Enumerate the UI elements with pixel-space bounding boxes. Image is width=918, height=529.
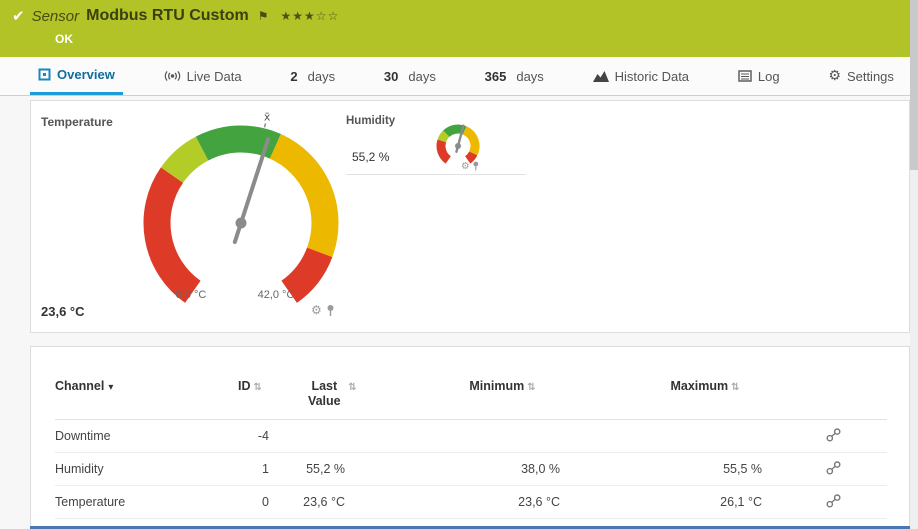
gauge-pin-icon[interactable] [326,304,335,317]
tab-label: days [516,68,544,84]
channel-id: 1 [205,452,275,486]
sensor-kind-label: Sensor [31,7,80,25]
table-row[interactable]: Downtime -4 [55,419,887,453]
sensor-name: Modbus RTU Custom [86,7,249,24]
channel-last-value: 55,2 % [275,452,365,486]
sort-icon[interactable]: ⇅ [254,382,262,393]
log-icon [738,70,752,82]
channel-maximum: 55,5 % [580,452,780,486]
column-label: ID [238,379,251,393]
table-row[interactable]: Temperature 0 23,6 °C 23,6 °C 26,1 °C [55,485,887,519]
tab-overview[interactable]: Overview [30,57,123,95]
column-header-minimum[interactable]: Minimum ⇅ [365,375,580,420]
priority-stars-rating[interactable]: ★★★☆☆ [281,9,340,23]
temperature-gauge: x̄ [143,111,339,303]
channel-name: Humidity [55,452,205,486]
status-check-icon: ✔ [12,7,25,25]
column-header-actions [780,375,887,420]
tab-label: Log [757,68,780,84]
channel-table-panel: Channel ▾ ID ⇅ Last Value⇅ Minimum ⇅ Maximu… [30,346,910,526]
historic-data-icon [592,71,609,82]
priority-flag-icon[interactable]: ⚑ [258,9,269,23]
tab-label: Historic Data [614,68,690,84]
temperature-gauge-title: Temperature [41,115,113,129]
column-label: Maximum [670,379,729,393]
channel-minimum: 38,0 % [365,452,580,486]
tab-historic-data[interactable]: Historic Data [585,57,697,95]
tab-365-days[interactable]: 365 days [477,57,552,95]
column-header-maximum[interactable]: Maximum ⇅ [580,375,780,420]
settings-gear-icon: ⚙ [828,68,841,84]
channel-settings-icon[interactable] [826,427,841,445]
channel-last-value: 23,6 °C [275,485,365,519]
channel-maximum: 26,1 °C [580,485,780,519]
chevron-down-icon[interactable]: ▾ [108,382,113,393]
sort-icon[interactable]: ⇅ [731,382,739,393]
tab-settings[interactable]: ⚙ Settings [820,57,902,95]
sort-icon[interactable]: ⇅ [527,382,535,393]
scrollbar[interactable] [910,0,918,529]
column-label: Minimum [469,379,525,393]
temperature-scale-min: 0,0 °C [175,289,207,301]
tab-number: 30 [383,68,399,84]
column-header-id[interactable]: ID ⇅ [205,375,275,420]
sensor-status-badge: OK [55,32,73,46]
humidity-gauge-title: Humidity [346,115,396,127]
tab-2-days[interactable]: 2 days [282,57,343,95]
channel-minimum [365,419,580,453]
channel-name: Temperature [55,485,205,519]
channel-maximum [580,419,780,453]
channel-minimum: 23,6 °C [365,485,580,519]
tab-live-data[interactable]: Live Data [156,57,250,95]
sort-icon[interactable]: ⇅ [348,382,356,393]
channel-table-body: Downtime -4 Humidity 1 55,2 % 38,0 % 55,… [55,419,887,519]
gauge-settings-icon[interactable]: ⚙ [461,160,470,171]
overview-icon [38,68,51,81]
tab-label: Settings [846,68,894,84]
tab-label: Overview [57,67,115,82]
channel-name: Downtime [55,419,205,453]
tab-label: days [307,68,336,84]
humidity-current-value: 55,2 % [352,150,390,164]
humidity-gauge-block: Humidity 55,2 % ⚙ [346,113,526,175]
channel-settings-icon[interactable] [826,493,841,511]
tab-log[interactable]: Log [730,57,788,95]
tab-label: Live Data [186,68,242,84]
temperature-current-value: 23,6 °C [41,304,85,319]
gauges-panel: Temperature x̄ 23,6 °C 0,0 °C 42,0 °C ⚙ … [30,100,910,333]
table-row[interactable]: Humidity 1 55,2 % 38,0 % 55,5 % [55,452,887,486]
tab-bar: Overview Live Data 2 days 30 days 365 da… [0,57,918,96]
tab-30-days[interactable]: 30 days [376,57,444,95]
svg-text:x̄: x̄ [264,111,271,124]
column-header-channel[interactable]: Channel ▾ [55,375,205,420]
channel-id: 0 [205,485,275,519]
gauge-pin-icon[interactable] [472,160,479,170]
channel-last-value [275,419,365,453]
tab-number: 2 [290,68,298,84]
temperature-scale-max: 42,0 °C [257,289,295,301]
tab-number: 365 [484,68,507,84]
column-header-last-value[interactable]: Last Value ⇅ [275,375,365,420]
channel-settings-icon[interactable] [826,460,841,478]
gauge-settings-icon[interactable]: ⚙ [311,303,322,317]
channel-id: -4 [205,419,275,453]
column-label: Channel [55,379,105,393]
channel-table: Channel ▾ ID ⇅ Last Value⇅ Minimum ⇅ Maximu… [55,375,887,519]
sensor-header: ✔ Sensor Modbus RTU Custom ⚑ ★★★☆☆ OK [0,0,918,57]
column-label: Last Value [307,379,341,408]
scrollbar-thumb[interactable] [910,0,918,170]
live-data-icon [164,70,180,82]
tab-label: days [408,68,436,84]
